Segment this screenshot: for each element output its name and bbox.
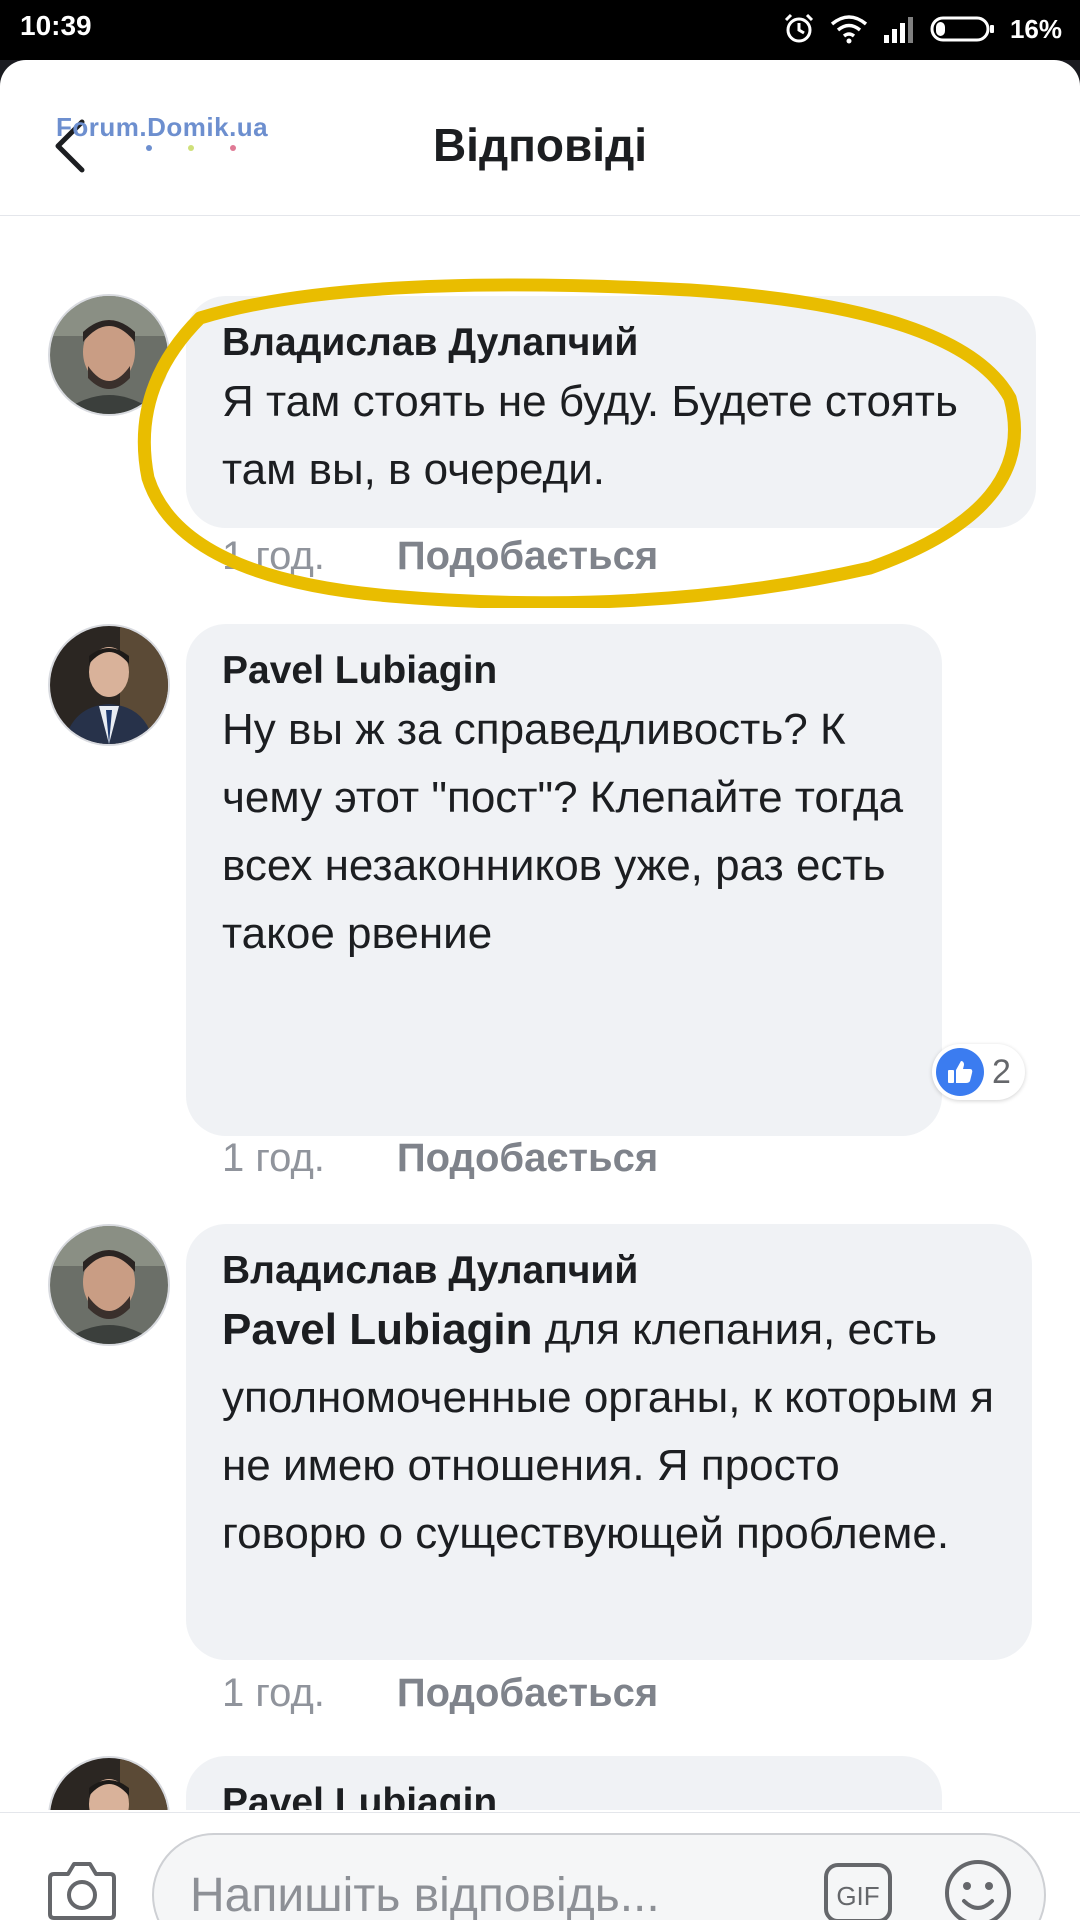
like-button[interactable]: Подобається xyxy=(397,1671,658,1716)
watermark-text: Forum.Domik.ua xyxy=(56,112,269,142)
gif-label: GIF xyxy=(836,1881,879,1911)
battery-percent: 16% xyxy=(1009,13,1062,44)
comment-time: 1 год. xyxy=(222,1136,325,1180)
gif-icon: GIF xyxy=(824,1863,892,1920)
mention-link[interactable]: Pavel Lubiagin xyxy=(222,1305,533,1354)
avatar-photo xyxy=(50,1226,168,1344)
comment-meta: 1 год. Подобається xyxy=(222,534,658,579)
comment-text: Я там стоять не буду. Будете стоять там … xyxy=(222,377,958,494)
comment-author[interactable]: Pavel Lubiagin xyxy=(222,648,906,694)
avatar-photo xyxy=(50,1758,168,1810)
status-bar: 10:39 16% xyxy=(0,0,1080,60)
reaction-count: 2 xyxy=(992,1052,1011,1091)
avatar[interactable] xyxy=(48,1224,170,1346)
like-button[interactable]: Подобається xyxy=(397,534,658,579)
avatar[interactable] xyxy=(48,294,170,416)
watermark: Forum.Domik.ua xyxy=(56,112,326,151)
smiley-icon xyxy=(945,1860,1011,1920)
camera-button[interactable] xyxy=(46,1858,118,1920)
replies-sheet: Відповіді Forum.Domik.ua Владислав Дулап… xyxy=(0,60,1080,1920)
comment-text: Pavel Lubiagin для клепания, есть уполно… xyxy=(222,1296,996,1568)
battery-icon xyxy=(930,16,994,42)
comment-meta: 1 год. Подобається xyxy=(222,1671,658,1716)
comment-bubble[interactable]: Владислав Дулапчий Я там стоять не буду.… xyxy=(186,296,1036,528)
camera-icon xyxy=(48,1862,116,1920)
comment-bubble[interactable]: Pavel Lubiagin xyxy=(186,1756,942,1810)
reaction-summary[interactable]: 2 xyxy=(932,1044,1025,1100)
comment-text: Ну вы ж за справедливость? К чему этот "… xyxy=(222,705,904,958)
like-button[interactable]: Подобається xyxy=(397,1136,658,1181)
avatar[interactable] xyxy=(48,624,170,746)
comment-author[interactable]: Владислав Дулапчий xyxy=(222,1248,996,1294)
alarm-icon xyxy=(784,13,814,43)
reply-input[interactable] xyxy=(152,1833,1046,1920)
avatar-photo xyxy=(50,296,168,414)
wifi-icon xyxy=(830,15,868,44)
status-time: 10:39 xyxy=(20,10,92,41)
comment-author[interactable]: Владислав Дулапчий xyxy=(222,320,1000,366)
reply-composer: GIF xyxy=(0,1812,1080,1920)
comment-time: 1 год. xyxy=(222,534,325,578)
watermark-dots xyxy=(146,145,326,151)
gif-button[interactable]: GIF xyxy=(822,1861,894,1920)
comment-item: Владислав Дулапчий Я там стоять не буду.… xyxy=(0,216,1080,578)
comment-time: 1 год. xyxy=(222,1671,325,1715)
comment-author[interactable]: Pavel Lubiagin xyxy=(222,1780,906,1810)
avatar[interactable] xyxy=(48,1756,170,1810)
comments-list: Владислав Дулапчий Я там стоять не буду.… xyxy=(0,216,1080,1810)
status-icons: 16% xyxy=(782,12,1062,46)
emoji-button[interactable] xyxy=(942,1857,1014,1920)
thumbs-up-icon xyxy=(936,1048,984,1096)
signal-icon xyxy=(883,17,913,43)
comment-bubble[interactable]: Владислав Дулапчий Pavel Lubiagin для кл… xyxy=(186,1224,1032,1660)
comment-meta: 1 год. Подобається xyxy=(222,1136,658,1181)
avatar-photo xyxy=(50,626,168,744)
comment-bubble[interactable]: Pavel Lubiagin Ну вы ж за справедливость… xyxy=(186,624,942,1136)
